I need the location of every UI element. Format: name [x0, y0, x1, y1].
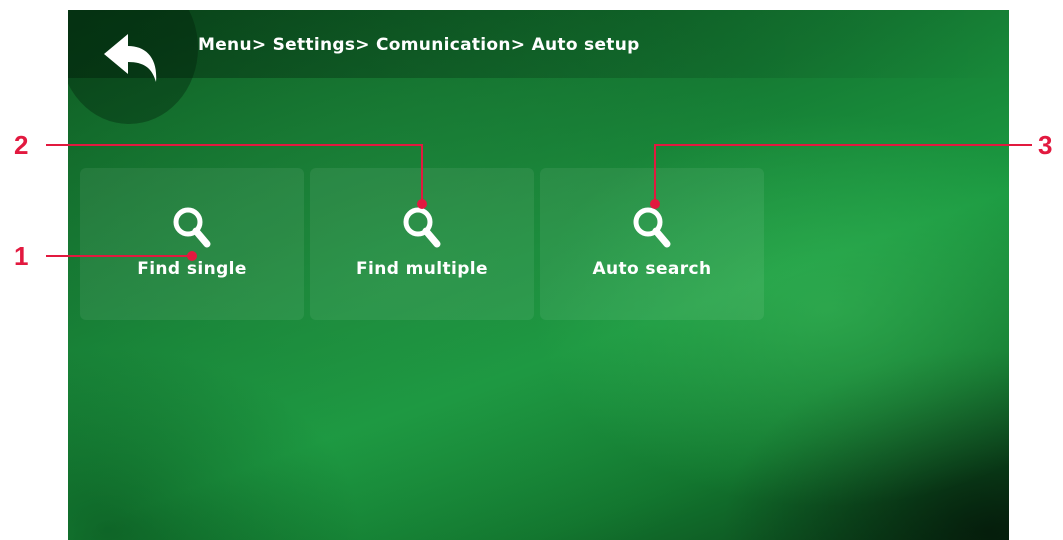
- auto-search-button[interactable]: Auto search: [540, 168, 764, 320]
- tile-label: Find single: [137, 259, 247, 279]
- tile-label: Auto search: [592, 259, 712, 279]
- search-icon: [633, 207, 671, 248]
- back-button[interactable]: [94, 24, 166, 96]
- search-icon: [403, 207, 441, 248]
- back-arrow-icon: [104, 34, 157, 82]
- find-multiple-button[interactable]: Find multiple: [310, 168, 534, 320]
- tile-label: Find multiple: [356, 259, 488, 279]
- search-icon: [173, 207, 211, 248]
- breadcrumb: Menu> Settings> Comunication> Auto setup: [198, 35, 640, 55]
- find-single-button[interactable]: Find single: [80, 168, 304, 320]
- callout-number-3: 3: [1038, 130, 1053, 160]
- device-screen: Menu> Settings> Comunication> Auto setup…: [68, 10, 1009, 540]
- callout-number-1: 1: [14, 241, 29, 271]
- callout-number-2: 2: [14, 130, 29, 160]
